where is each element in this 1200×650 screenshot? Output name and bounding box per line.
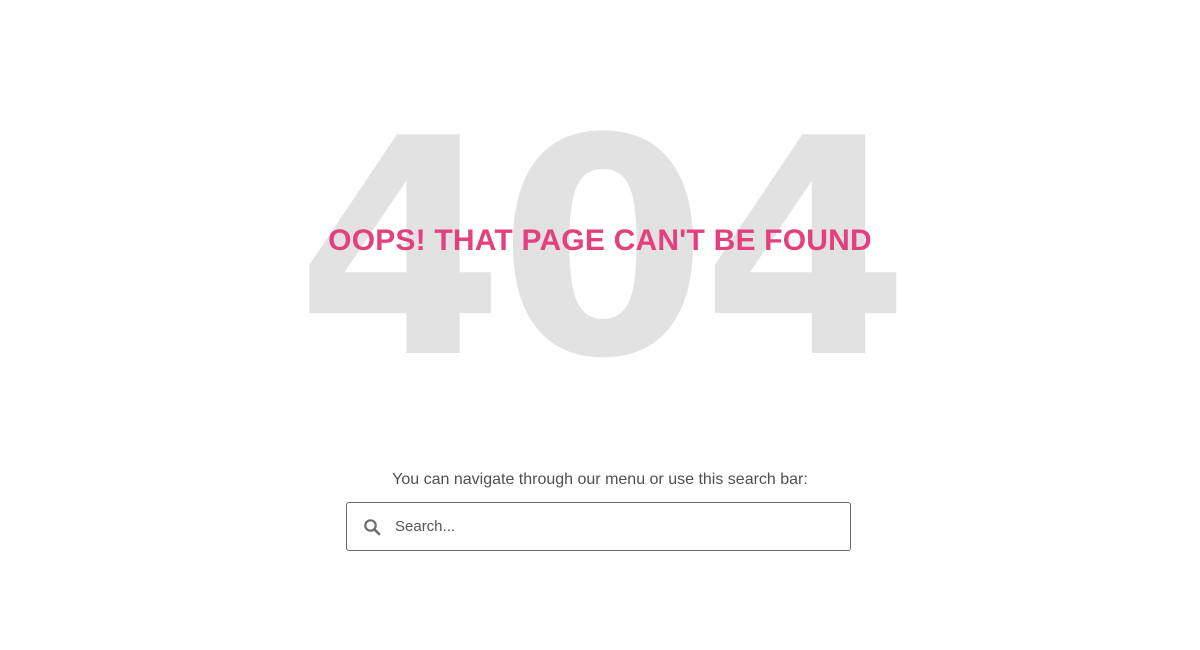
error-hero: 404 OOPS! THAT PAGE CAN'T BE FOUND: [0, 100, 1200, 400]
search-input[interactable]: [395, 503, 838, 550]
search-form: [346, 502, 851, 551]
search-icon[interactable]: [363, 518, 381, 536]
error-headline: OOPS! THAT PAGE CAN'T BE FOUND: [328, 224, 872, 257]
not-found-page: 404 OOPS! THAT PAGE CAN'T BE FOUND You c…: [0, 0, 1200, 650]
navigation-hint: You can navigate through our menu or use…: [392, 471, 808, 488]
